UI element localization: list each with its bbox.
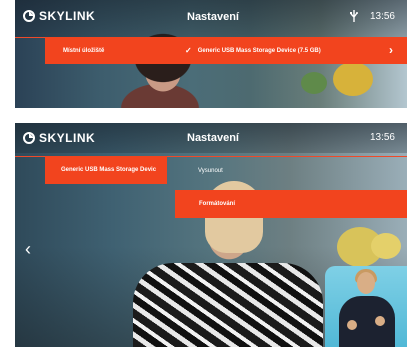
top-bar: SKYLINK Nastavení 13:56 xyxy=(15,123,407,153)
top-bar: SKYLINK Nastavení 13:56 xyxy=(15,0,407,38)
brand-logo: SKYLINK xyxy=(23,131,95,145)
signer-hand xyxy=(375,316,385,326)
menu-item-eject[interactable]: Vysunout xyxy=(178,161,298,181)
plant-decoration xyxy=(333,62,373,96)
skylink-logo-icon xyxy=(23,132,35,144)
clock: 13:56 xyxy=(369,132,395,143)
menu-item-label: Generic USB Mass Storage Device (7.5 GB) xyxy=(197,47,321,54)
chevron-left-icon[interactable]: ‹ xyxy=(25,239,31,260)
signer-head xyxy=(357,272,375,294)
check-icon: ✓ xyxy=(185,46,192,55)
brand-name: SKYLINK xyxy=(39,9,96,23)
menu-item-usb-device[interactable]: ✓ Generic USB Mass Storage Device (7.5 G… xyxy=(175,37,407,64)
clock: 13:56 xyxy=(369,11,395,22)
settings-screen-top: SKYLINK Nastavení 13:56 Místní úložiště … xyxy=(15,0,407,108)
menu-item-label: Formátování xyxy=(199,201,236,207)
settings-screen-bottom: SKYLINK Nastavení 13:56 Generic USB Mass… xyxy=(15,123,407,347)
menu-item-label: Vysunout xyxy=(198,168,223,174)
chevron-right-icon: › xyxy=(389,43,393,57)
brand-logo: SKYLINK xyxy=(23,9,95,23)
usb-icon xyxy=(349,10,359,22)
sign-language-interpreter-window xyxy=(325,266,407,347)
person-sweater xyxy=(133,263,323,347)
signer-hand xyxy=(347,320,357,330)
skylink-logo-icon xyxy=(23,10,35,22)
menu-item-usb-device[interactable]: Generic USB Mass Storage Devic xyxy=(45,156,167,184)
menu-item-label: Generic USB Mass Storage Devic xyxy=(61,167,157,173)
menu-item-format[interactable]: Formátování xyxy=(175,190,407,218)
plant-decoration xyxy=(301,72,327,94)
brand-name: SKYLINK xyxy=(39,131,96,145)
page-title: Nastavení xyxy=(187,132,239,144)
menu-item-label: Místní úložiště xyxy=(63,47,105,54)
menu-item-local-storage[interactable]: Místní úložiště xyxy=(45,37,175,64)
plant-decoration xyxy=(371,233,401,259)
page-title: Nastavení xyxy=(187,11,239,23)
